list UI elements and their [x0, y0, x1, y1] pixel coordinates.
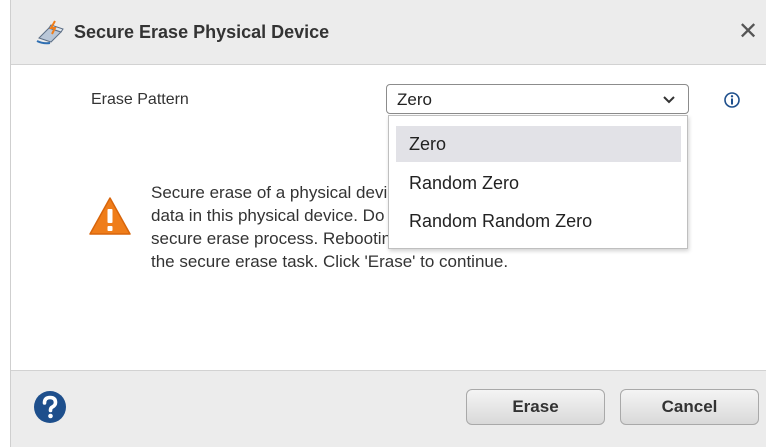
close-icon[interactable]: ✕: [736, 20, 760, 44]
info-icon[interactable]: [724, 92, 740, 108]
secure-erase-dialog: Secure Erase Physical Device ✕ Erase Pat…: [10, 0, 766, 447]
erase-button[interactable]: Erase: [466, 389, 605, 425]
chevron-down-icon: [663, 96, 675, 104]
erase-pattern-label: Erase Pattern: [91, 91, 189, 108]
dropdown-option-zero[interactable]: Zero: [396, 126, 681, 162]
dialog-footer: Erase Cancel: [11, 370, 766, 447]
message-line: the secure erase task. Click 'Erase' to …: [151, 252, 509, 271]
dialog-title: Secure Erase Physical Device: [74, 22, 330, 42]
help-icon[interactable]: [33, 390, 67, 424]
dropdown-option-random-random-zero[interactable]: Random Random Zero: [396, 203, 681, 239]
dialog-titlebar: Secure Erase Physical Device ✕: [11, 0, 766, 65]
cancel-button[interactable]: Cancel: [620, 389, 759, 425]
eraser-icon: [36, 20, 64, 45]
erase-pattern-dropdown: Zero Random Zero Random Random Zero: [388, 115, 688, 249]
erase-pattern-value: Zero: [397, 90, 432, 109]
warning-icon: [89, 197, 131, 235]
dropdown-option-random-zero[interactable]: Random Zero: [396, 165, 681, 201]
erase-pattern-select[interactable]: Zero: [386, 84, 689, 114]
